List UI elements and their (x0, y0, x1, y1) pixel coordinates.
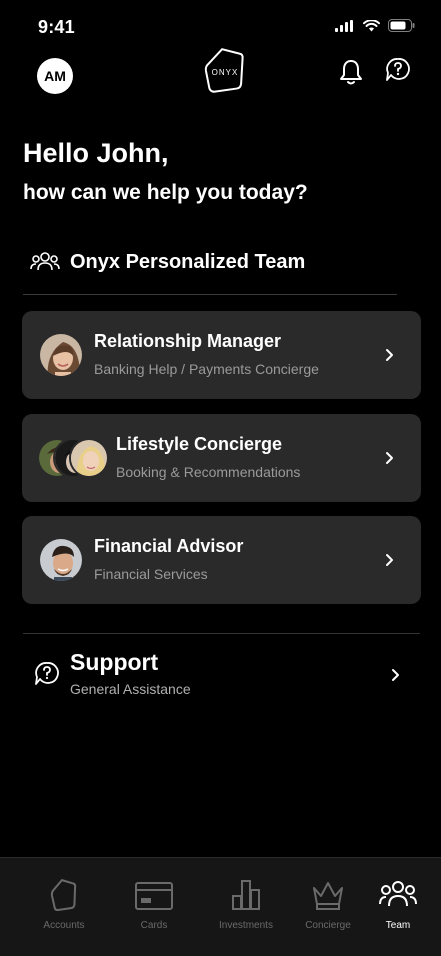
help-chat-icon[interactable] (382, 56, 412, 86)
card-subtitle: Financial Services (94, 566, 208, 582)
card-subtitle: Booking & Recommendations (116, 464, 301, 480)
chevron-right-icon (386, 554, 393, 566)
support-row[interactable]: Support General Assistance (22, 645, 421, 705)
tab-label: Concierge (305, 920, 351, 931)
card-title: Relationship Manager (94, 331, 282, 351)
tab-accounts[interactable]: Accounts (24, 878, 104, 931)
status-bar: 9:41 (0, 0, 441, 52)
bell-icon[interactable] (338, 58, 364, 86)
support-subtitle: General Assistance (70, 681, 191, 697)
greeting-title: Hello John, (23, 138, 169, 168)
card-title: Lifestyle Concierge (116, 434, 283, 454)
lifestyle-concierge-card[interactable]: Lifestyle Concierge Booking & Recommenda… (22, 414, 421, 502)
divider (23, 294, 397, 295)
tab-investments[interactable]: Investments (206, 878, 286, 931)
bar-chart-icon (232, 880, 260, 910)
shield-icon (50, 879, 77, 912)
wifi-icon (363, 19, 380, 31)
tab-label: Team (385, 920, 411, 931)
card-subtitle: Banking Help / Payments Concierge (94, 361, 319, 377)
divider (23, 633, 420, 634)
crown-icon (313, 882, 343, 910)
team-icon (30, 252, 60, 271)
tab-label: Accounts (43, 920, 85, 931)
tab-label: Cards (140, 920, 168, 931)
team-icon (379, 881, 417, 907)
onyx-logo: ONYX (202, 46, 248, 94)
concierge-avatar-3 (69, 438, 109, 478)
status-icons (335, 19, 415, 32)
card-icon (135, 882, 173, 910)
status-time: 9:41 (38, 17, 75, 37)
chevron-right-icon (392, 669, 399, 681)
bottom-nav: Accounts Cards Investments Concierge Tea… (0, 857, 441, 956)
chevron-right-icon (386, 452, 393, 464)
support-chat-icon (35, 662, 59, 685)
card-title: Financial Advisor (94, 536, 244, 556)
relationship-manager-card[interactable]: Relationship Manager Banking Help / Paym… (22, 311, 421, 399)
financial-advisor-avatar (38, 537, 84, 583)
user-avatar[interactable]: AM (37, 58, 73, 94)
relationship-manager-avatar (38, 332, 84, 378)
signal-icon (335, 19, 353, 32)
greeting-subtitle: how can we help you today? (23, 181, 308, 204)
tab-cards[interactable]: Cards (114, 878, 194, 931)
logo-text: ONYX (212, 68, 239, 77)
team-section-header: Onyx Personalized Team (30, 250, 305, 274)
team-section-title: Onyx Personalized Team (70, 250, 306, 273)
battery-icon (388, 19, 415, 32)
chevron-right-icon (386, 349, 393, 361)
tab-team[interactable]: Team (358, 878, 438, 931)
financial-advisor-card[interactable]: Financial Advisor Financial Services (22, 516, 421, 604)
tab-label: Investments (219, 920, 273, 931)
top-nav: AM ONYX (0, 46, 441, 104)
tab-concierge[interactable]: Concierge (288, 878, 368, 931)
support-title: Support (70, 649, 159, 675)
